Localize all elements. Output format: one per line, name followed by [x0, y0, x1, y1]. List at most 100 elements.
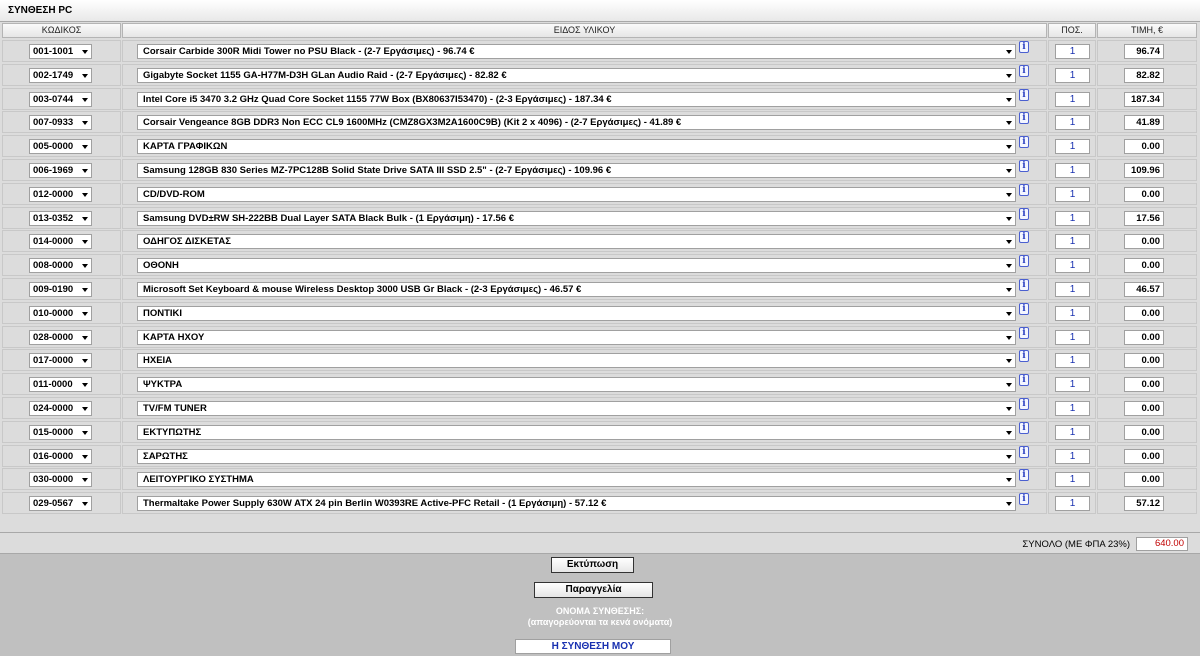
quantity-field[interactable]: 1 — [1055, 353, 1090, 369]
item-select[interactable]: Thermaltake Power Supply 630W ATX 24 pin… — [137, 496, 1016, 512]
item-select[interactable]: CD/DVD-ROM — [137, 186, 1016, 202]
quantity-field[interactable]: 1 — [1055, 305, 1090, 321]
item-select[interactable]: ΠΟΝΤΙΚΙ — [137, 305, 1016, 321]
item-select[interactable]: ΚΑΡΤΑ ΗΧΟΥ — [137, 329, 1016, 345]
code-select[interactable]: 013-0352 — [29, 210, 92, 226]
item-select[interactable]: Gigabyte Socket 1155 GA-H77M-D3H GLan Au… — [137, 67, 1016, 83]
item-select[interactable]: Intel Core i5 3470 3.2 GHz Quad Core Soc… — [137, 91, 1016, 107]
table-row: 015-0000 ΕΚΤΥΠΩΤΗΣ i 1 0.00 — [0, 420, 1200, 444]
code-select[interactable]: 002-1749 — [29, 67, 92, 83]
info-icon[interactable]: i — [1019, 445, 1029, 458]
item-value: ΨΥΚΤΡΑ — [143, 379, 183, 391]
item-select[interactable]: TV/FM TUNER — [137, 401, 1016, 416]
quantity-field[interactable]: 1 — [1055, 258, 1090, 274]
quantity-field[interactable]: 1 — [1055, 44, 1090, 59]
chevron-down-icon — [1006, 311, 1012, 316]
info-icon[interactable]: i — [1019, 350, 1029, 363]
quantity-field[interactable]: 1 — [1055, 448, 1090, 464]
code-select[interactable]: 011-0000 — [29, 377, 92, 393]
info-icon[interactable]: i — [1019, 374, 1029, 387]
code-select[interactable]: 009-0190 — [29, 282, 92, 297]
price-field: 82.82 — [1124, 67, 1164, 83]
chevron-down-icon — [82, 502, 88, 507]
code-select[interactable]: 028-0000 — [29, 329, 92, 345]
item-select[interactable]: ΕΚΤΥΠΩΤΗΣ — [137, 424, 1016, 440]
info-icon[interactable]: i — [1019, 302, 1029, 315]
info-icon[interactable]: i — [1019, 398, 1029, 410]
item-value: ΚΑΡΤΑ ΓΡΑΦΙΚΩΝ — [143, 141, 228, 153]
table-row: 030-0000 ΛΕΙΤΟΥΡΓΙΚΟ ΣΥΣΤΗΜΑ i 1 0.00 — [0, 467, 1200, 491]
info-icon[interactable]: i — [1019, 64, 1029, 77]
item-select[interactable]: ΟΔΗΓΟΣ ΔΙΣΚΕΤΑΣ — [137, 234, 1016, 250]
code-select[interactable]: 017-0000 — [29, 353, 92, 369]
code-select[interactable]: 007-0933 — [29, 115, 92, 131]
item-select[interactable]: ΣΑΡΩΤΗΣ — [137, 448, 1016, 464]
info-icon[interactable]: i — [1019, 231, 1029, 244]
info-icon[interactable]: i — [1019, 326, 1029, 339]
code-select[interactable]: 003-0744 — [29, 91, 92, 107]
price-field: 0.00 — [1124, 305, 1164, 321]
item-select[interactable]: Corsair Vengeance 8GB DDR3 Non ECC CL9 1… — [137, 115, 1016, 131]
chevron-down-icon — [1006, 240, 1012, 245]
item-select[interactable]: Corsair Carbide 300R Midi Tower no PSU B… — [137, 44, 1016, 59]
chevron-down-icon — [1006, 50, 1012, 54]
price-field: 41.89 — [1124, 115, 1164, 131]
quantity-field[interactable]: 1 — [1055, 282, 1090, 297]
info-icon[interactable]: i — [1019, 493, 1029, 506]
info-icon[interactable]: i — [1019, 88, 1029, 101]
code-select[interactable]: 024-0000 — [29, 401, 92, 416]
quantity-field[interactable]: 1 — [1055, 377, 1090, 393]
info-icon[interactable]: i — [1019, 183, 1029, 196]
code-select[interactable]: 006-1969 — [29, 163, 92, 178]
quantity-field[interactable]: 1 — [1055, 163, 1090, 178]
code-select[interactable]: 008-0000 — [29, 258, 92, 274]
print-button[interactable]: Εκτύπωση — [551, 557, 634, 573]
item-select[interactable]: ΟΘΟΝΗ — [137, 258, 1016, 274]
info-icon[interactable]: i — [1019, 207, 1029, 220]
quantity-field[interactable]: 1 — [1055, 496, 1090, 512]
quantity-field[interactable]: 1 — [1055, 67, 1090, 83]
info-icon[interactable]: i — [1019, 160, 1029, 172]
code-select[interactable]: 012-0000 — [29, 186, 92, 202]
info-icon[interactable]: i — [1019, 469, 1029, 482]
code-select[interactable]: 016-0000 — [29, 448, 92, 464]
build-name-input[interactable]: Η ΣΥΝΘΕΣΗ ΜΟΥ — [515, 639, 671, 654]
price-field: 0.00 — [1124, 401, 1164, 416]
code-select[interactable]: 010-0000 — [29, 305, 92, 321]
quantity-field[interactable]: 1 — [1055, 210, 1090, 226]
code-select[interactable]: 029-0567 — [29, 496, 92, 512]
code-select[interactable]: 015-0000 — [29, 424, 92, 440]
code-value: 008-0000 — [33, 260, 74, 272]
chevron-down-icon — [82, 478, 88, 483]
info-icon[interactable]: i — [1019, 41, 1029, 53]
info-icon[interactable]: i — [1019, 421, 1029, 434]
info-icon[interactable]: i — [1019, 112, 1029, 125]
price-field: 46.57 — [1124, 282, 1164, 297]
item-select[interactable]: ΨΥΚΤΡΑ — [137, 377, 1016, 393]
info-icon[interactable]: i — [1019, 136, 1029, 149]
chevron-down-icon — [1006, 145, 1012, 150]
item-select[interactable]: Samsung 128GB 830 Series MZ-7PC128B Soli… — [137, 163, 1016, 178]
order-button[interactable]: Παραγγελία — [534, 582, 653, 598]
item-select[interactable]: Microsoft Set Keyboard & mouse Wireless … — [137, 282, 1016, 297]
quantity-field[interactable]: 1 — [1055, 115, 1090, 131]
item-select[interactable]: Samsung DVD±RW SH-222BB Dual Layer SATA … — [137, 210, 1016, 226]
chevron-down-icon — [1006, 454, 1012, 459]
info-icon[interactable]: i — [1019, 255, 1029, 268]
quantity-field[interactable]: 1 — [1055, 186, 1090, 202]
quantity-field[interactable]: 1 — [1055, 139, 1090, 155]
code-select[interactable]: 014-0000 — [29, 234, 92, 250]
code-select[interactable]: 005-0000 — [29, 139, 92, 155]
code-select[interactable]: 001-1001 — [29, 44, 92, 59]
quantity-field[interactable]: 1 — [1055, 329, 1090, 345]
quantity-field[interactable]: 1 — [1055, 472, 1090, 488]
code-select[interactable]: 030-0000 — [29, 472, 92, 488]
quantity-field[interactable]: 1 — [1055, 234, 1090, 250]
item-select[interactable]: ΗΧΕΙΑ — [137, 353, 1016, 369]
quantity-field[interactable]: 1 — [1055, 401, 1090, 416]
info-icon[interactable]: i — [1019, 279, 1029, 291]
item-select[interactable]: ΚΑΡΤΑ ΓΡΑΦΙΚΩΝ — [137, 139, 1016, 155]
quantity-field[interactable]: 1 — [1055, 91, 1090, 107]
quantity-field[interactable]: 1 — [1055, 424, 1090, 440]
item-select[interactable]: ΛΕΙΤΟΥΡΓΙΚΟ ΣΥΣΤΗΜΑ — [137, 472, 1016, 488]
